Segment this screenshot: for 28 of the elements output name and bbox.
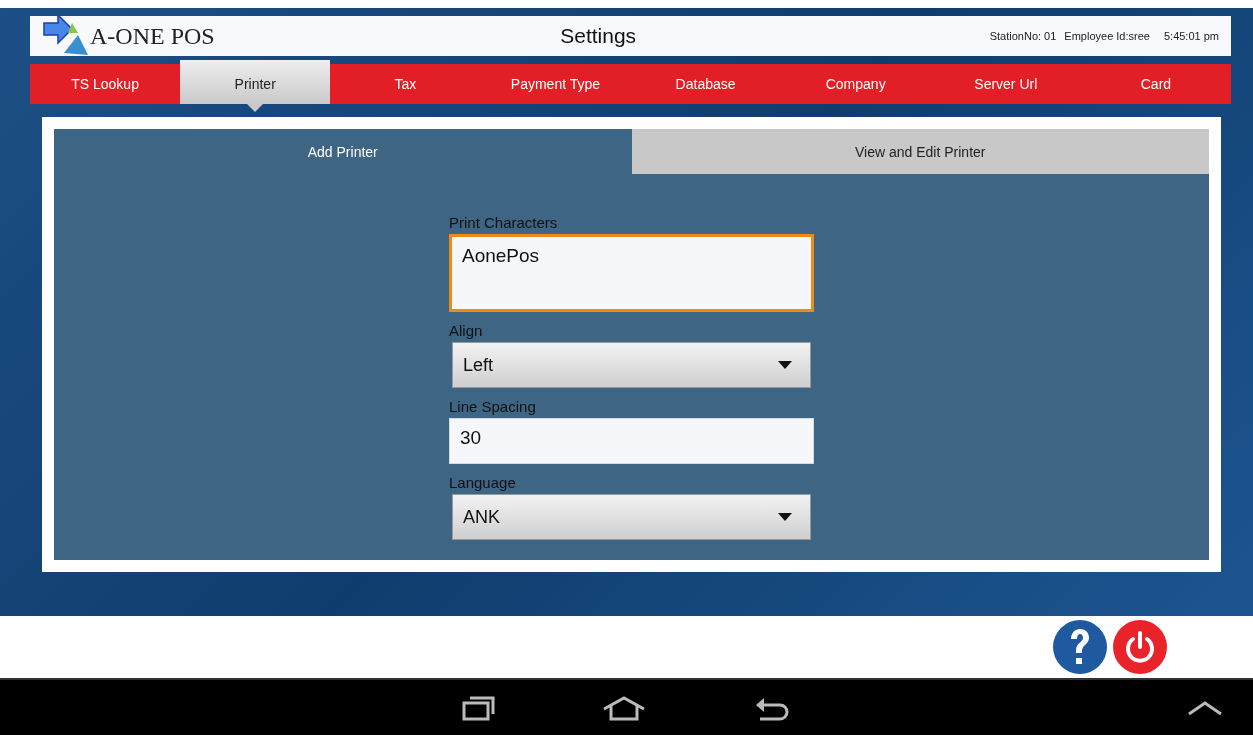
caret-icon	[778, 513, 792, 521]
settings-tab[interactable]: Payment Type	[480, 64, 631, 104]
station-number: StationNo: 01	[989, 30, 1057, 42]
logo-text: A-ONE POS	[90, 22, 215, 50]
settings-tab[interactable]: Card	[1080, 64, 1231, 104]
help-icon[interactable]	[1052, 619, 1108, 676]
logo-icon	[42, 15, 90, 57]
caret-icon	[778, 361, 792, 369]
recent-apps-icon[interactable]	[461, 694, 496, 721]
settings-tab[interactable]: Server Url	[930, 64, 1081, 104]
power-icon[interactable]	[1112, 619, 1168, 676]
chevron-up-icon[interactable]	[1187, 699, 1223, 716]
settings-tab[interactable]: Company	[780, 64, 931, 104]
field-label: Language	[449, 474, 517, 491]
field-label: Line Spacing	[449, 398, 537, 415]
field-label: Print Characters	[449, 214, 559, 231]
field-label: Align	[449, 322, 484, 339]
settings-tab[interactable]: Tax	[330, 64, 481, 104]
input-field[interactable]: 30	[449, 418, 814, 464]
settings-tab[interactable]: Database	[630, 64, 781, 104]
input-field[interactable]: AonePos	[449, 234, 814, 312]
settings-tab[interactable]: TS Lookup	[30, 64, 181, 104]
clock-time: 5:45:01 pm	[1163, 30, 1219, 42]
sub-tab[interactable]: View and Edit Printer	[631, 129, 1209, 174]
dropdown[interactable]: ANK	[452, 494, 811, 540]
dropdown[interactable]: Left	[452, 342, 811, 388]
page-title: Settings	[559, 24, 638, 48]
employee-id: Employee Id:sree	[1064, 30, 1150, 42]
